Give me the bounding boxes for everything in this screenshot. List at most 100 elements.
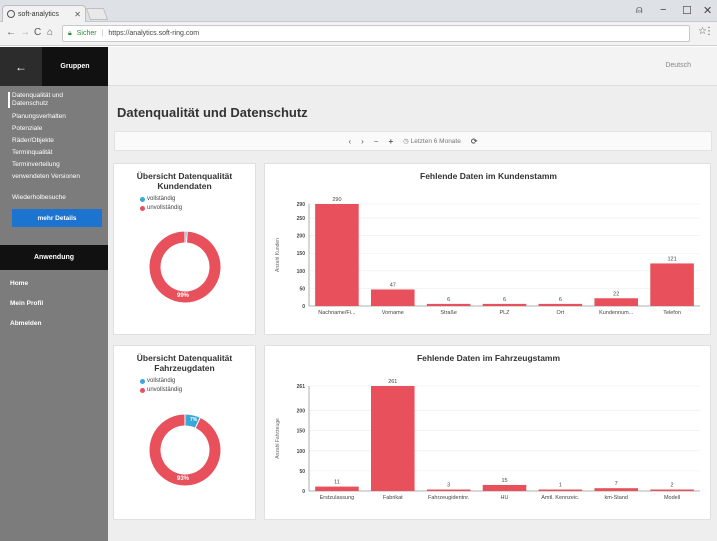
donut-data-label: 7% (190, 417, 198, 423)
secure-label: Sicher (76, 30, 97, 37)
bar-data-label: 6 (559, 297, 562, 303)
card-kundenstamm: Fehlende Daten im Kundenstamm Anzahl Kund… (264, 163, 711, 335)
sidebar-item-wiederholbesuche[interactable]: Wiederholbesuche (12, 194, 102, 202)
bar-data-label: 6 (503, 297, 506, 303)
y-tick-label: 100 (297, 269, 306, 275)
x-tick-label: Fahrzeugidentnr. (428, 495, 470, 501)
browser-tabbar: soft-analytics ✕ ⍝ − ☐ ✕ (0, 0, 717, 22)
y-tick-label: 261 (297, 384, 306, 390)
reload-icon[interactable]: C (34, 27, 41, 38)
sidebar-active-indicator (8, 92, 10, 108)
forward-icon[interactable]: → (20, 27, 30, 38)
card-kunden-overview: Übersicht Datenqualität Kundendaten voll… (113, 163, 256, 335)
x-tick-label: Fabrikat (383, 495, 403, 501)
legend-item-complete[interactable]: vollständig (140, 196, 175, 202)
zoom-out-icon[interactable]: − (374, 137, 379, 146)
sidebar-item-terminqualitaet[interactable]: Terminqualität (12, 149, 102, 157)
bar (594, 298, 638, 306)
bar-chart-kundenstamm: Fehlende Daten im Kundenstamm Anzahl Kund… (275, 171, 700, 316)
minimize-icon[interactable]: − (660, 4, 666, 16)
sidebar-link-home[interactable]: Home (10, 280, 28, 287)
y-tick-label: 200 (297, 234, 306, 240)
x-tick-label: Modell (664, 495, 680, 501)
bar (650, 263, 694, 306)
prev-period-icon[interactable]: ‹ (348, 137, 351, 146)
menu-kebab-icon[interactable]: ⋮ (704, 26, 714, 37)
y-axis-label: Anzahl Kunden (275, 238, 281, 272)
home-icon[interactable]: ⌂ (47, 27, 53, 38)
bar-data-label: 15 (501, 478, 507, 484)
y-tick-label: 50 (299, 286, 305, 292)
y-tick-label: 100 (297, 449, 306, 455)
bar-data-label: 2 (671, 483, 674, 489)
sidebar-item-versionen[interactable]: verwendeten Versionen (12, 173, 82, 181)
bar (315, 204, 359, 306)
legend-item-incomplete[interactable]: unvollständig (140, 387, 182, 393)
bar-data-label: 121 (667, 256, 676, 262)
url-text: https://analytics.soft-ring.com (108, 30, 200, 37)
legend-item-incomplete[interactable]: unvollständig (140, 205, 182, 211)
sidebar-gruppen-header: Gruppen (42, 47, 108, 86)
legend-item-complete[interactable]: vollständig (140, 378, 175, 384)
sidebar-item-datenqualitaet[interactable]: Datenqualität und Datenschutz (12, 92, 92, 108)
sidebar-section-anwendung: Anwendung (0, 245, 108, 270)
donut-chart-fahrzeug: 93% 7% (148, 413, 222, 487)
x-tick-label: km-Stand (604, 495, 628, 501)
y-axis-label: Anzahl Fahrzeuge (275, 418, 281, 459)
tab-close-icon[interactable]: ✕ (74, 10, 81, 19)
y-tick-label: 0 (302, 304, 305, 310)
window-close-icon[interactable]: ✕ (703, 4, 712, 17)
bar-data-label: 22 (613, 291, 619, 297)
sidebar-back-arrow-icon[interactable]: ← (0, 47, 42, 86)
donut-chart-kunden: 99% (148, 230, 222, 304)
browser-tab[interactable]: soft-analytics ✕ (2, 5, 86, 22)
legend-dot-complete (140, 378, 145, 384)
chart-title: Fehlende Daten im Fahrzeugstamm (417, 353, 561, 363)
bar (538, 303, 583, 306)
bar (650, 489, 694, 491)
main-content: Deutsch Datenqualität und Datenschutz ‹ … (108, 47, 717, 541)
bar-data-label: 3 (447, 483, 450, 489)
legend-label-complete: vollständig (147, 378, 176, 384)
next-period-icon[interactable]: › (361, 137, 364, 146)
back-icon[interactable]: ← (6, 27, 16, 38)
card-fahrzeugstamm: Fehlende Daten im Fahrzeugstamm Anzahl Fa… (264, 345, 711, 520)
bar-data-label: 261 (388, 379, 397, 385)
x-tick-label: PLZ (499, 310, 510, 316)
top-header: Deutsch (108, 47, 717, 86)
bar (482, 484, 527, 491)
y-tick-label: 0 (302, 489, 305, 495)
y-tick-label: 250 (297, 216, 306, 222)
legend-dot-complete (140, 196, 145, 202)
x-tick-label: Erstzulassung (320, 495, 355, 501)
x-tick-label: HU (501, 495, 509, 501)
period-selector[interactable]: ◷ Letzten 6 Monate (403, 137, 461, 145)
legend-label-incomplete: unvollständig (147, 205, 183, 211)
new-tab-button[interactable] (85, 8, 109, 20)
sidebar-item-raeder-objekte[interactable]: Räder/Objekte (12, 137, 102, 145)
zoom-in-icon[interactable]: + (388, 137, 393, 146)
donut-data-label: 93% (177, 476, 190, 482)
x-tick-label: Nachname/Fi... (318, 310, 356, 316)
refresh-icon[interactable]: ⟳ (471, 137, 478, 146)
url-input[interactable]: 🔒︎ Sicher | https://analytics.soft-ring.… (62, 25, 690, 42)
bar (426, 489, 471, 491)
y-tick-label: 150 (297, 251, 306, 257)
bar (538, 489, 583, 491)
sidebar-item-potenziale[interactable]: Potenziale (12, 125, 102, 133)
y-tick-label: 150 (297, 429, 306, 435)
legend-dot-incomplete (140, 205, 145, 211)
sidebar: ← Gruppen Datenqualität und Datenschutz … (0, 47, 108, 541)
sidebar-link-abmelden[interactable]: Abmelden (10, 320, 41, 327)
sidebar-item-planungsverhalten[interactable]: Planungsverhalten (12, 113, 102, 121)
maximize-icon[interactable]: ☐ (682, 4, 692, 17)
bar-chart-fahrzeugstamm: Fehlende Daten im Fahrzeugstamm Anzahl Fa… (275, 353, 700, 501)
language-selector[interactable]: Deutsch (665, 62, 691, 69)
more-details-button[interactable]: mehr Details (12, 209, 102, 227)
bar-data-label: 290 (332, 197, 341, 203)
x-tick-label: Straße (440, 310, 457, 316)
profile-icon[interactable]: ⍝ (636, 4, 643, 17)
sidebar-item-terminverteilung[interactable]: Terminverteilung (12, 161, 102, 169)
sidebar-link-profil[interactable]: Mein Profil (10, 300, 43, 307)
x-tick-label: Telefon (663, 310, 681, 316)
